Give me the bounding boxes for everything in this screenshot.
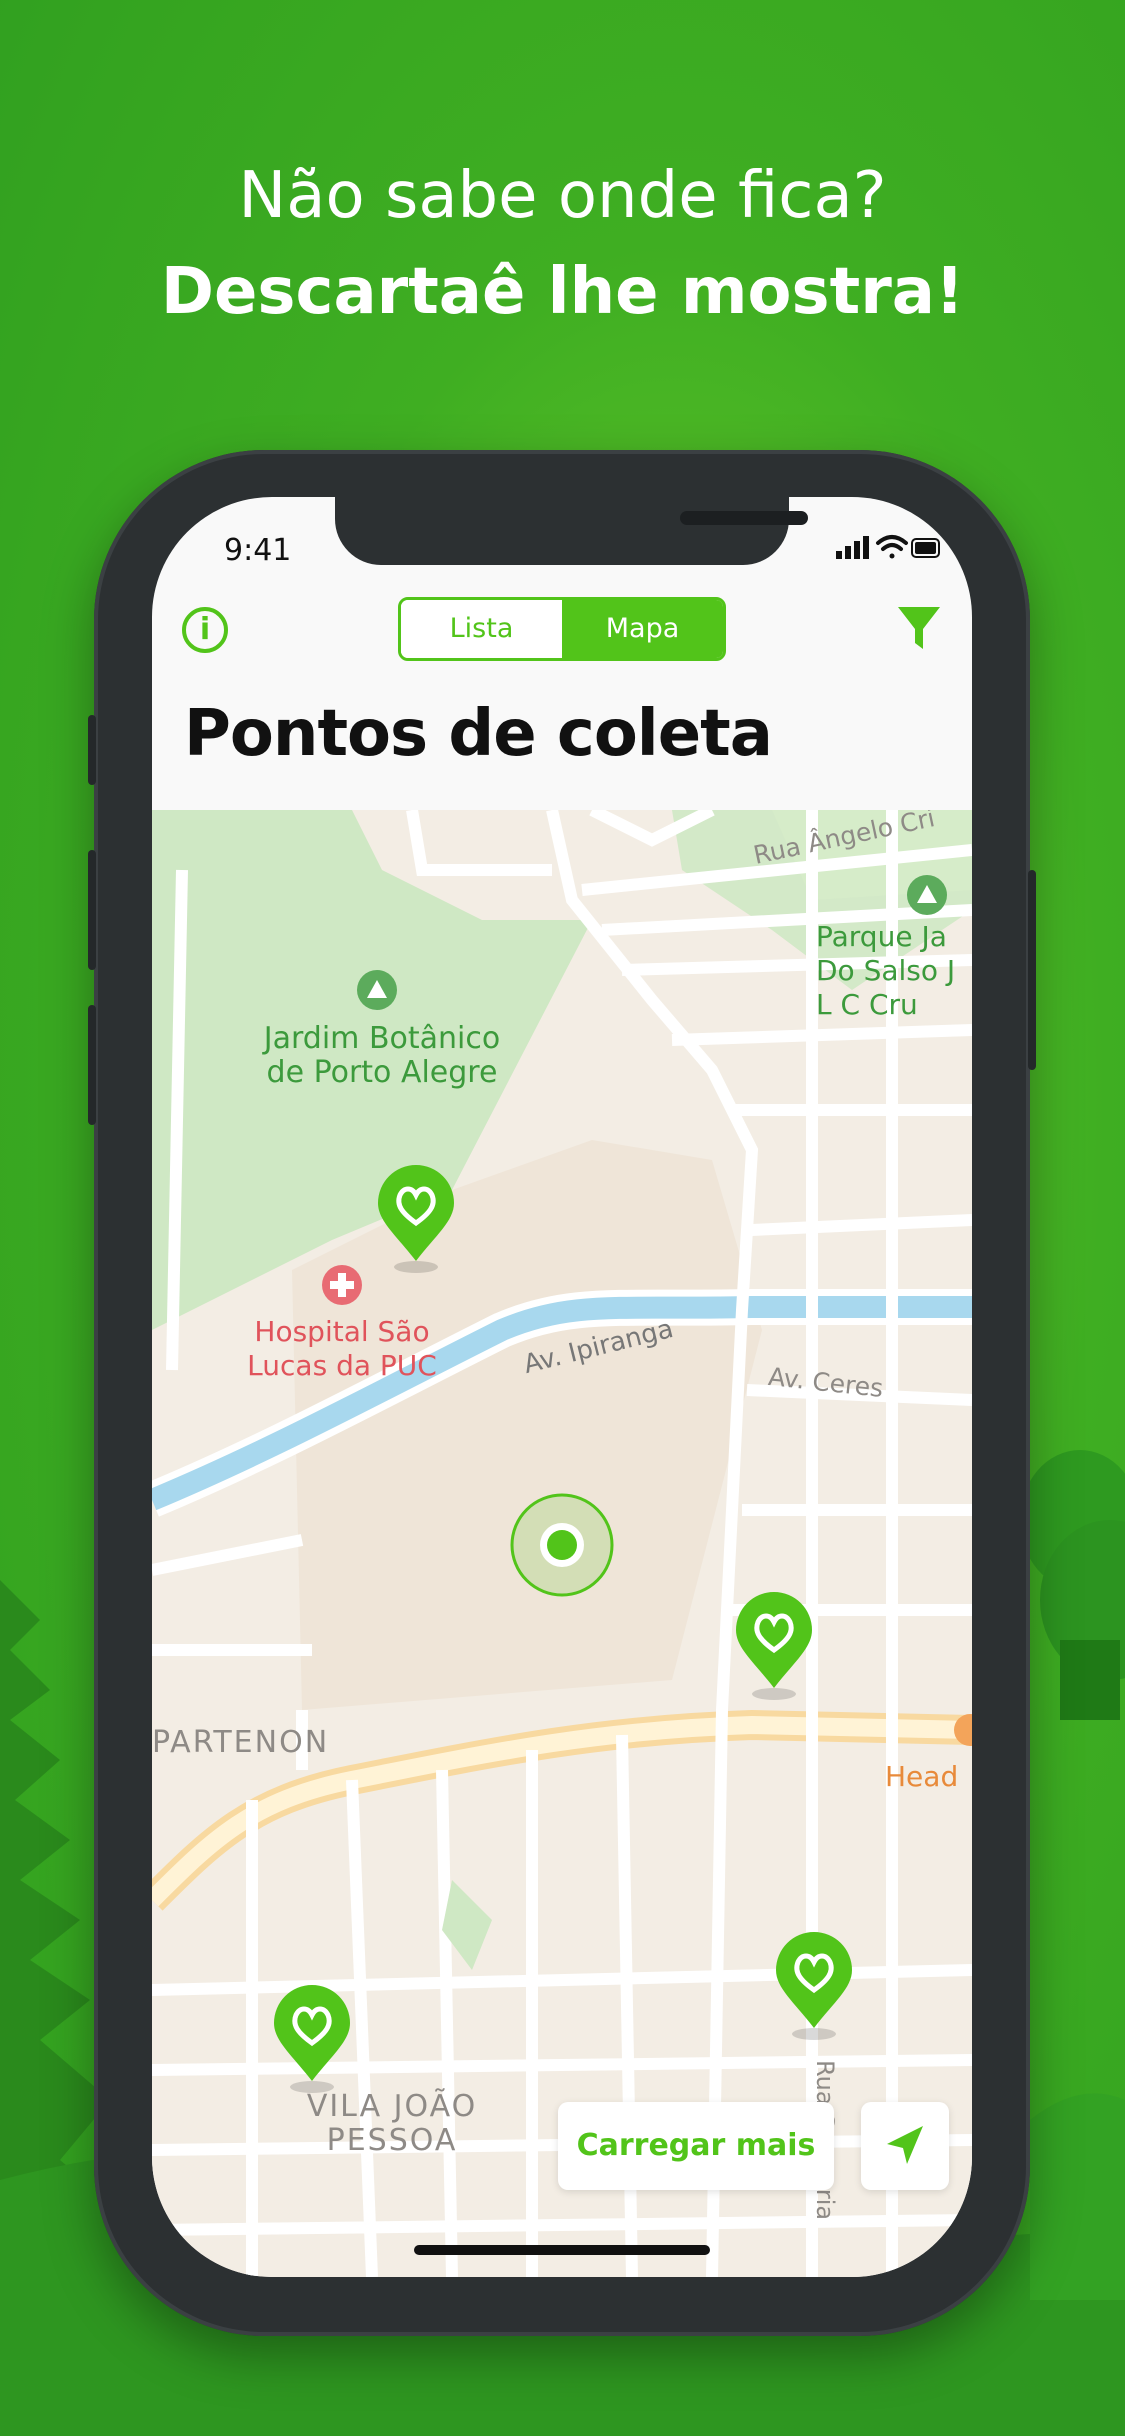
mute-switch	[88, 715, 96, 785]
power-button	[1028, 870, 1036, 1070]
status-time: 9:41	[224, 533, 292, 568]
navigation-bar: i Lista Mapa	[152, 593, 972, 683]
marketing-headline: Não sabe onde fica? Descartaê lhe mostra…	[0, 148, 1125, 340]
volume-up-button	[88, 850, 96, 970]
recycle-pin[interactable]	[774, 1932, 854, 2042]
wifi-icon	[876, 535, 908, 559]
filter-icon[interactable]	[896, 603, 942, 653]
location-arrow-icon	[887, 2126, 923, 2164]
page-title: Pontos de coleta	[184, 697, 773, 771]
view-segmented-control: Lista Mapa	[398, 597, 726, 661]
user-location-marker	[510, 1493, 614, 1597]
status-icons	[836, 535, 940, 559]
phone-screen: 9:41 i Lista Mapa Pontos de coleta Rua Â…	[152, 497, 972, 2277]
headline-line-1: Não sabe onde fica?	[238, 159, 887, 233]
recycle-pin[interactable]	[272, 1985, 352, 2095]
speaker	[680, 511, 808, 525]
headline-line-2: Descartaê lhe mostra!	[160, 255, 965, 329]
recycle-pin[interactable]	[376, 1165, 456, 1275]
segment-lista[interactable]: Lista	[401, 600, 562, 658]
signal-icon	[836, 536, 869, 559]
volume-down-button	[88, 1005, 96, 1125]
map-label-head: Head	[885, 1760, 959, 1793]
recycle-pin[interactable]	[734, 1592, 814, 1702]
segment-mapa[interactable]: Mapa	[562, 600, 723, 658]
info-icon[interactable]: i	[182, 607, 228, 653]
load-more-button[interactable]: Carregar mais	[558, 2102, 834, 2190]
notch	[335, 497, 808, 565]
locate-me-button[interactable]	[861, 2102, 949, 2190]
battery-icon	[911, 538, 940, 558]
map-view[interactable]: Rua Ângelo Cri Parque Ja Do Salso J L C …	[152, 810, 972, 2277]
home-indicator	[414, 2245, 710, 2255]
map-label-partenon: PARTENON	[152, 1725, 330, 1760]
map-label-vila-joao-pessoa: VILA JOÃO PESSOA	[306, 2089, 478, 2158]
map-label-jardim-botanico: Jardim Botânico de Porto Alegre	[263, 1021, 501, 1090]
map-label-hospital: Hospital São Lucas da PUC	[247, 1315, 437, 1382]
map-label-parque: Parque Ja Do Salso J L C Cru	[816, 920, 956, 1021]
